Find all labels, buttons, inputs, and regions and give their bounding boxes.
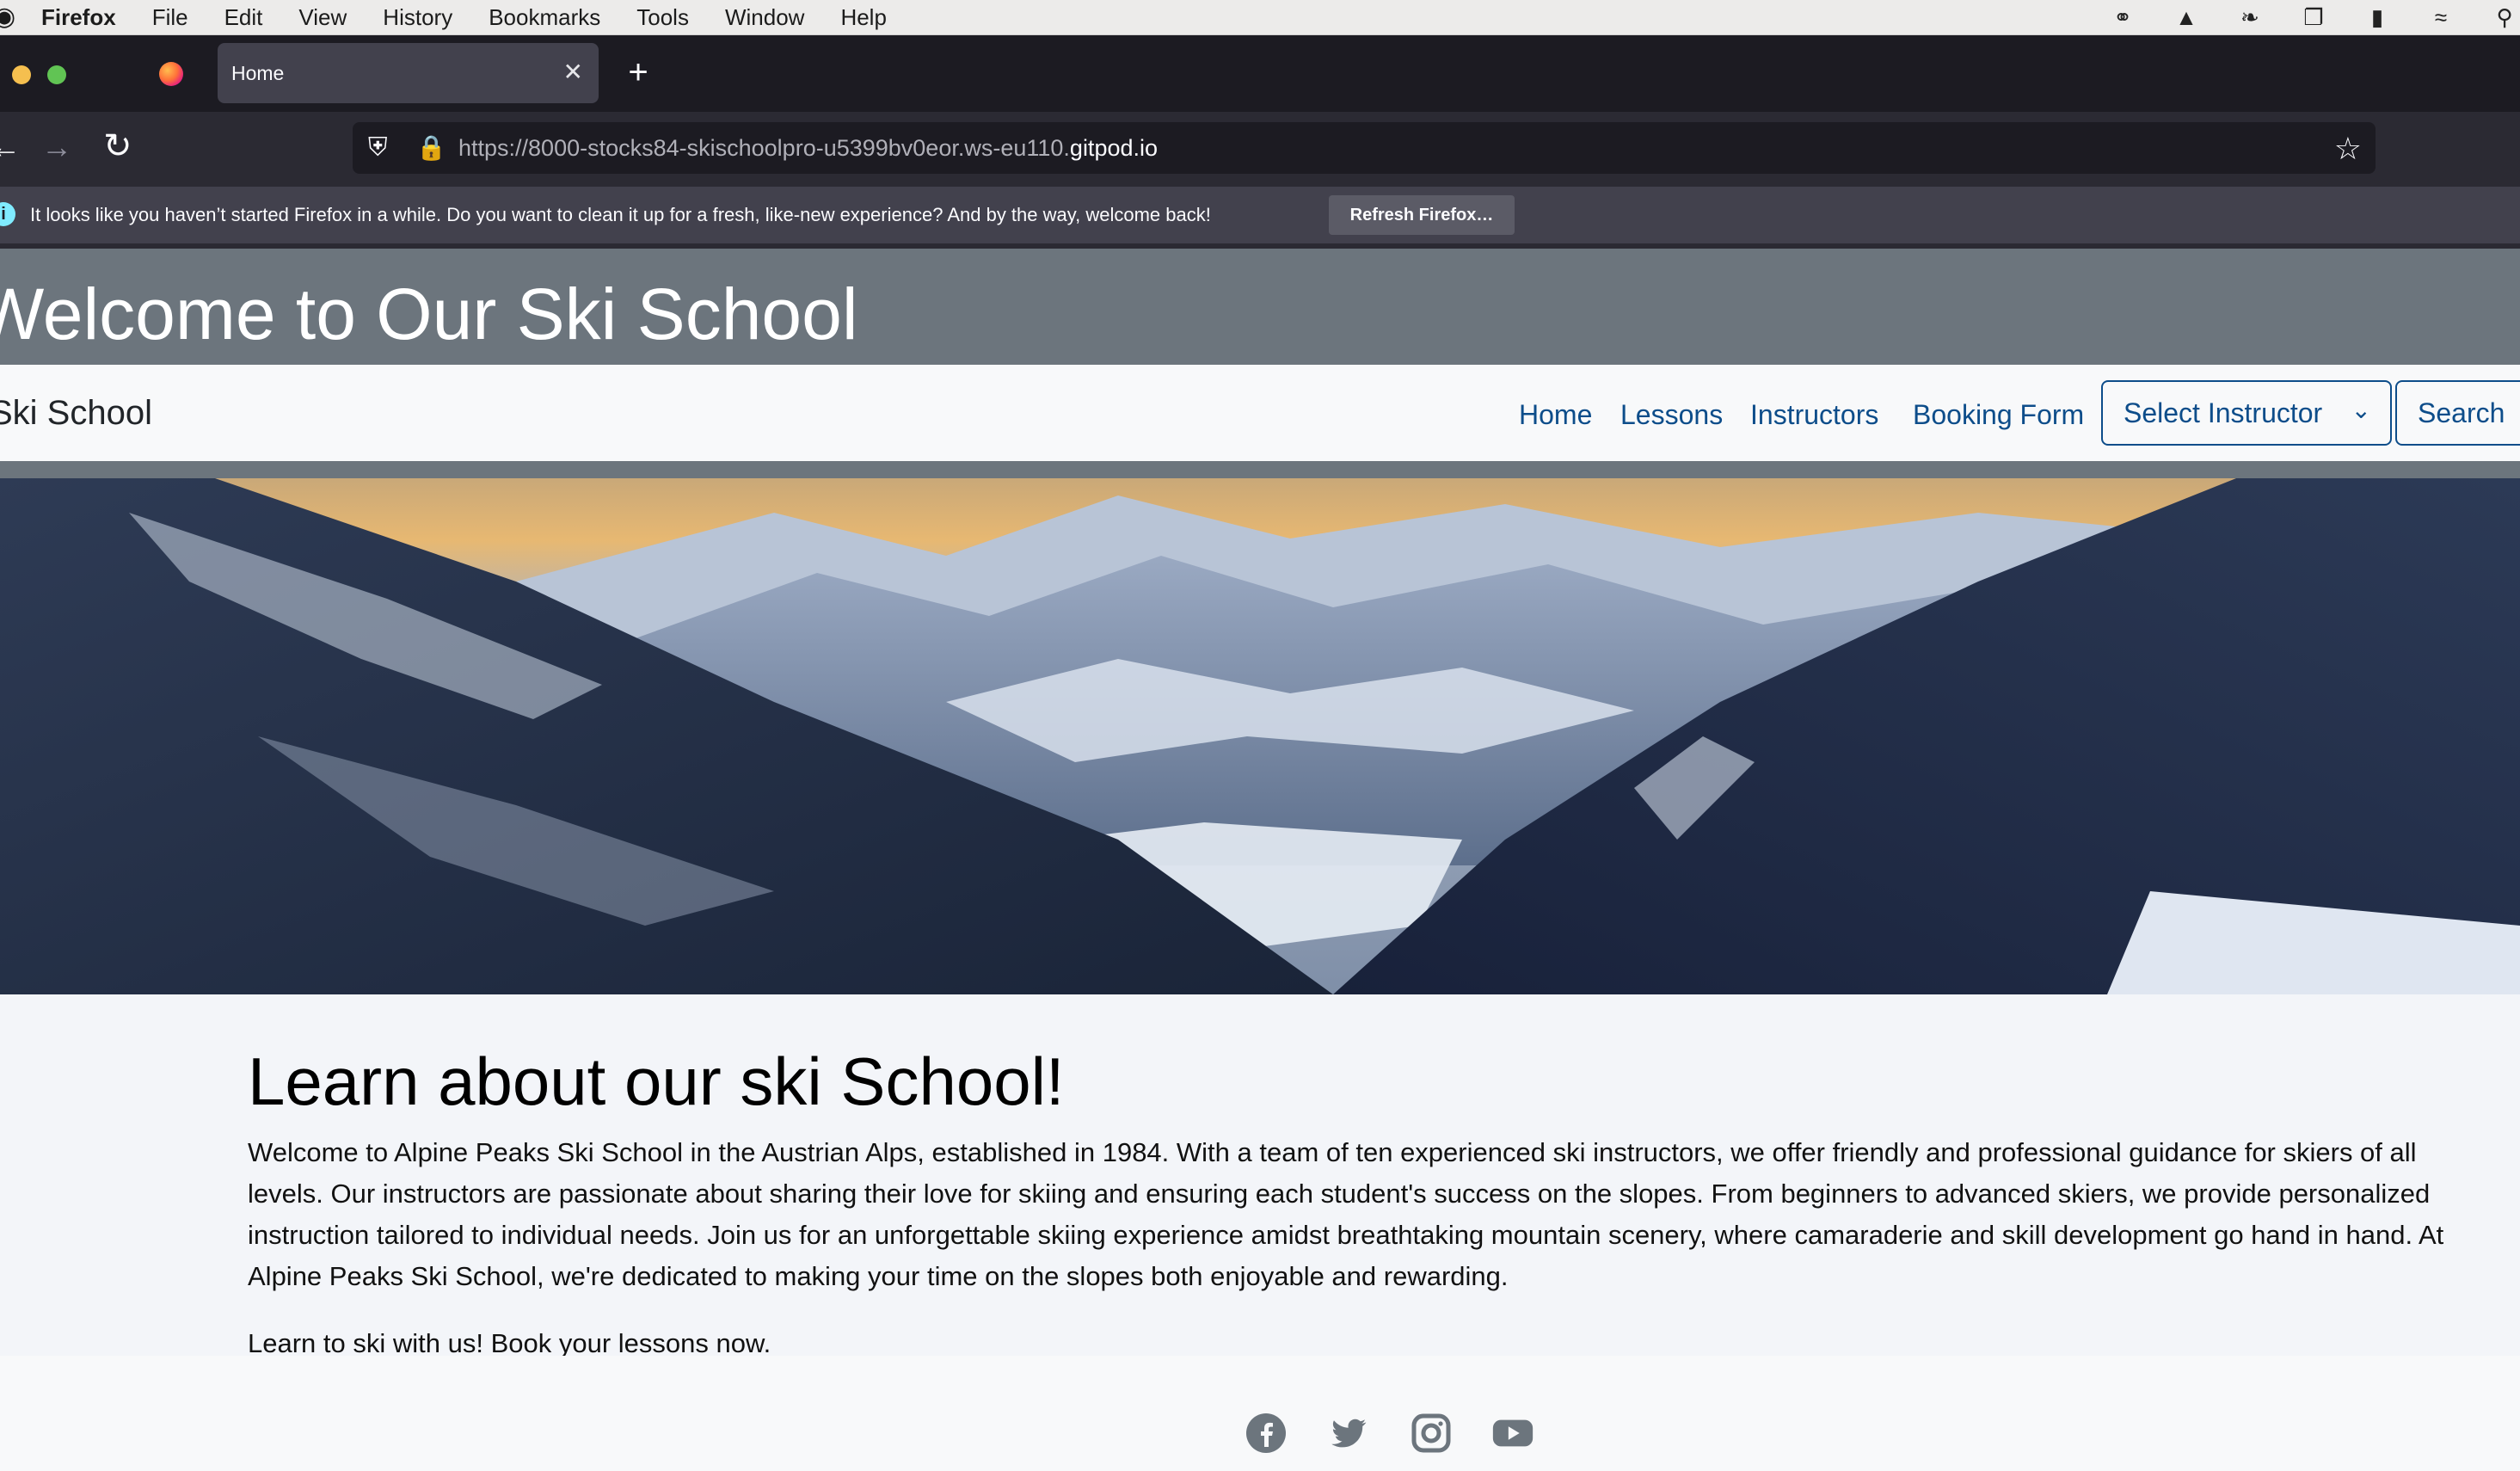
instagram-icon[interactable] (1411, 1413, 1452, 1454)
creative-cloud-icon[interactable]: ⚭ (2107, 4, 2138, 30)
about-paragraph: Welcome to Alpine Peaks Ski School in th… (248, 1137, 2444, 1291)
url-host: gitpod.io (1069, 135, 1159, 161)
leaf-icon[interactable]: ❧ (2234, 4, 2265, 30)
nav-link-lessons[interactable]: Lessons (1620, 399, 1723, 431)
new-tab-button[interactable]: + (619, 55, 657, 93)
info-icon: i (0, 202, 15, 226)
menu-history[interactable]: History (383, 4, 452, 31)
back-arrow-icon[interactable]: ← (0, 129, 21, 165)
about-heading: Learn about our ski School! (248, 1043, 1065, 1119)
navbar-brand[interactable]: Ski School (0, 394, 152, 433)
menu-file[interactable]: File (152, 4, 188, 31)
macos-menu-bar: ◉ Firefox File Edit View History Bookmar… (0, 0, 2520, 35)
refresh-firefox-button[interactable]: Refresh Firefox… (1329, 195, 1515, 235)
booking-call-to-action: Learn to ski with us! Book your lessons … (248, 1328, 771, 1356)
facebook-icon[interactable] (1245, 1413, 1287, 1454)
lock-icon[interactable]: 🔒 (416, 133, 446, 162)
wifi-icon[interactable]: ≈ (2425, 4, 2456, 30)
url-text[interactable]: https://8000-stocks84-skischoolpro-u5399… (458, 135, 1158, 162)
footer (0, 1356, 2520, 1471)
bookmark-star-icon[interactable]: ☆ (2334, 131, 2362, 167)
nav-link-booking-form[interactable]: Booking Form (1913, 399, 2084, 431)
page-title: Welcome to Our Ski School (0, 274, 858, 354)
search-icon[interactable]: ⚲ (2489, 4, 2520, 30)
zoom-window-button[interactable] (47, 65, 66, 84)
app-menu: Firefox File Edit View History Bookmarks… (41, 0, 923, 34)
site-navbar: Ski School Home Lessons Instructors Book… (0, 365, 2520, 461)
instructor-select-label: Select Instructor (2124, 397, 2323, 428)
chevron-down-icon: ⌄ (2351, 397, 2371, 423)
hero-mountain-image (0, 478, 2520, 994)
menu-firefox[interactable]: Firefox (41, 4, 116, 31)
menu-help[interactable]: Help (840, 4, 886, 31)
close-tab-icon[interactable]: ✕ (563, 57, 583, 88)
youtube-icon[interactable] (1492, 1413, 1534, 1454)
url-path: https://8000-stocks84-skischoolpro-u5399… (458, 135, 1070, 161)
notification-bar: i It looks like you haven’t started Fire… (0, 187, 2520, 249)
nav-link-home[interactable]: Home (1519, 399, 1592, 431)
menu-window[interactable]: Window (725, 4, 804, 31)
menu-view[interactable]: View (298, 4, 347, 31)
search-button-label: Search (2418, 397, 2505, 428)
status-menu-area: ⚭ ▲ ❧ ❐ ▮ ≈ ⚲ (2074, 0, 2520, 34)
notification-message: It looks like you haven’t started Firefo… (30, 204, 1211, 225)
page-header: Welcome to Our Ski School (0, 249, 2520, 365)
firefox-view-icon[interactable] (159, 62, 183, 86)
tab-title: Home (231, 61, 285, 84)
menu-tools[interactable]: Tools (636, 4, 689, 31)
shield-icon[interactable]: ⛨ (368, 133, 388, 163)
nav-link-instructors[interactable]: Instructors (1750, 399, 1878, 431)
search-button[interactable]: Search (2395, 380, 2520, 446)
apple-menu-icon[interactable]: ◉ (0, 2, 15, 32)
menu-bookmarks[interactable]: Bookmarks (489, 4, 600, 31)
about-section: Learn about our ski School! Welcome to A… (0, 994, 2520, 1356)
address-bar[interactable]: ⛨ 🔒 https://8000-stocks84-skischoolpro-u… (353, 122, 2376, 174)
nav-divider (0, 461, 2520, 478)
forward-arrow-icon[interactable]: → (41, 129, 72, 165)
minimize-window-button[interactable] (12, 65, 31, 84)
windows-icon[interactable]: ❐ (2298, 4, 2329, 30)
battery-icon[interactable]: ▮ (2362, 4, 2393, 30)
twitter-icon[interactable] (1328, 1413, 1369, 1454)
menu-edit[interactable]: Edit (224, 4, 263, 31)
instructor-select[interactable]: Select Instructor ⌄ (2101, 380, 2392, 446)
drive-icon[interactable]: ▲ (2171, 4, 2202, 30)
tab-home[interactable]: Home ✕ (218, 43, 599, 103)
reload-icon[interactable]: ↻ (103, 126, 132, 166)
